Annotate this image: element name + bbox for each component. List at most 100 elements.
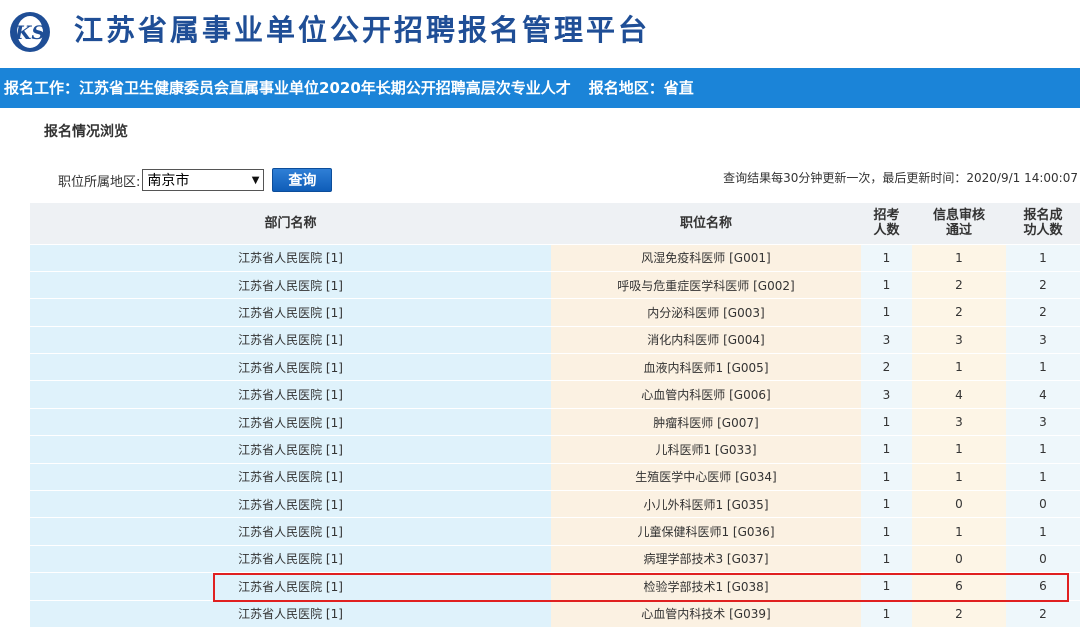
results-table: 部门名称 职位名称 招考 人数 信息审核 通过 报名成 功人数 江苏省人民医院 …	[30, 203, 1080, 628]
cell-position[interactable]: 内分泌科医师 [G003]	[551, 298, 861, 327]
cell-quota: 3	[861, 326, 912, 355]
table-row: 江苏省人民医院 [1] 呼吸与危重症医学科医师 [G002] 1 2 2	[30, 271, 1080, 300]
cell-position[interactable]: 检验学部技术1 [G038]	[551, 572, 861, 601]
cell-quota: 1	[861, 244, 912, 272]
table-row: 江苏省人民医院 [1] 儿科医师1 [G033] 1 1 1	[30, 435, 1080, 464]
logo-text: KS	[14, 22, 45, 44]
cell-dept: 江苏省人民医院 [1]	[30, 408, 551, 437]
cell-approved: 1	[912, 435, 1006, 464]
region-filter-label: 职位所属地区:	[58, 174, 141, 190]
query-button[interactable]: 查询	[272, 168, 333, 192]
cell-quota: 2	[861, 353, 912, 382]
table-row: 江苏省人民医院 [1] 病理学部技术3 [G037] 1 0 0	[30, 545, 1080, 574]
cell-quota: 1	[861, 600, 912, 628]
cell-position[interactable]: 肿瘤科医师 [G007]	[551, 408, 861, 437]
cell-approved: 0	[912, 490, 1006, 519]
cell-success: 4	[1006, 380, 1080, 409]
cell-dept: 江苏省人民医院 [1]	[30, 353, 551, 382]
header: KS 江苏省属事业单位公开招聘报名管理平台	[0, 0, 1080, 68]
cell-position[interactable]: 消化内科医师 [G004]	[551, 326, 861, 355]
cell-quota: 1	[861, 298, 912, 327]
cell-approved: 1	[912, 353, 1006, 382]
cell-success: 2	[1006, 600, 1080, 628]
region-select[interactable]: 南京市 ▼	[142, 169, 265, 191]
cell-success: 0	[1006, 545, 1080, 574]
cell-approved: 2	[912, 271, 1006, 300]
region-filter: 职位所属地区: 南京市 ▼ 查询	[58, 168, 333, 192]
cell-success: 1	[1006, 463, 1080, 492]
cell-position[interactable]: 心血管内科医师 [G006]	[551, 380, 861, 409]
cell-success: 0	[1006, 490, 1080, 519]
header-quota: 招考 人数	[861, 203, 912, 245]
ks-logo-icon: KS	[10, 12, 50, 52]
cell-approved: 0	[912, 545, 1006, 574]
cell-position[interactable]: 风湿免疫科医师 [G001]	[551, 244, 861, 272]
header-success: 报名成 功人数	[1006, 203, 1080, 245]
table-row: 江苏省人民医院 [1] 检验学部技术1 [G038] 1 6 6	[30, 572, 1080, 601]
cell-dept: 江苏省人民医院 [1]	[30, 380, 551, 409]
update-info: 查询结果每30分钟更新一次，最后更新时间：2020/9/1 14:00:07	[723, 171, 1078, 185]
cell-quota: 1	[861, 463, 912, 492]
cell-approved: 2	[912, 298, 1006, 327]
cell-success: 1	[1006, 435, 1080, 464]
cell-dept: 江苏省人民医院 [1]	[30, 490, 551, 519]
table-header-row: 部门名称 职位名称 招考 人数 信息审核 通过 报名成 功人数	[30, 203, 1080, 245]
cell-position[interactable]: 儿童保健科医师1 [G036]	[551, 517, 861, 546]
cell-quota: 1	[861, 572, 912, 601]
cell-approved: 1	[912, 463, 1006, 492]
cell-position[interactable]: 儿科医师1 [G033]	[551, 435, 861, 464]
table-row: 江苏省人民医院 [1] 消化内科医师 [G004] 3 3 3	[30, 326, 1080, 355]
table-row: 江苏省人民医院 [1] 风湿免疫科医师 [G001] 1 1 1	[30, 244, 1080, 272]
cell-success: 6	[1006, 572, 1080, 601]
header-dept: 部门名称	[30, 203, 551, 245]
table-row: 江苏省人民医院 [1] 儿童保健科医师1 [G036] 1 1 1	[30, 517, 1080, 546]
cell-quota: 3	[861, 380, 912, 409]
cell-position[interactable]: 呼吸与危重症医学科医师 [G002]	[551, 271, 861, 300]
table-row: 江苏省人民医院 [1] 内分泌科医师 [G003] 1 2 2	[30, 298, 1080, 327]
cell-position[interactable]: 心血管内科技术 [G039]	[551, 600, 861, 628]
cell-success: 1	[1006, 517, 1080, 546]
cell-dept: 江苏省人民医院 [1]	[30, 244, 551, 272]
site-title: 江苏省属事业单位公开招聘报名管理平台	[74, 13, 651, 47]
cell-position[interactable]: 血液内科医师1 [G005]	[551, 353, 861, 382]
cell-approved: 2	[912, 600, 1006, 628]
cell-dept: 江苏省人民医院 [1]	[30, 435, 551, 464]
table-row: 江苏省人民医院 [1] 小儿外科医师1 [G035] 1 0 0	[30, 490, 1080, 519]
cell-quota: 1	[861, 545, 912, 574]
cell-success: 2	[1006, 298, 1080, 327]
cell-dept: 江苏省人民医院 [1]	[30, 271, 551, 300]
region-select-value: 南京市	[147, 173, 190, 189]
cell-quota: 1	[861, 517, 912, 546]
cell-quota: 1	[861, 271, 912, 300]
cell-quota: 1	[861, 408, 912, 437]
cell-dept: 江苏省人民医院 [1]	[30, 326, 551, 355]
cell-approved: 1	[912, 244, 1006, 272]
cell-success: 1	[1006, 244, 1080, 272]
cell-dept: 江苏省人民医院 [1]	[30, 600, 551, 628]
table-row: 江苏省人民医院 [1] 肿瘤科医师 [G007] 1 3 3	[30, 408, 1080, 437]
table-row: 江苏省人民医院 [1] 心血管内科技术 [G039] 1 2 2	[30, 600, 1080, 628]
cell-dept: 江苏省人民医院 [1]	[30, 463, 551, 492]
header-approved: 信息审核 通过	[912, 203, 1006, 245]
table-row: 江苏省人民医院 [1] 心血管内科医师 [G006] 3 4 4	[30, 380, 1080, 409]
table-row: 江苏省人民医院 [1] 生殖医学中心医师 [G034] 1 1 1	[30, 463, 1080, 492]
cell-position[interactable]: 生殖医学中心医师 [G034]	[551, 463, 861, 492]
cell-approved: 1	[912, 517, 1006, 546]
cell-approved: 3	[912, 326, 1006, 355]
registration-banner: 报名工作：江苏省卫生健康委员会直属事业单位2020年长期公开招聘高层次专业人才报…	[0, 68, 1080, 108]
cell-success: 3	[1006, 326, 1080, 355]
registration-job: 报名工作：江苏省卫生健康委员会直属事业单位2020年长期公开招聘高层次专业人才	[4, 79, 571, 97]
cell-dept: 江苏省人民医院 [1]	[30, 298, 551, 327]
cell-quota: 1	[861, 490, 912, 519]
cell-dept: 江苏省人民医院 [1]	[30, 545, 551, 574]
cell-approved: 4	[912, 380, 1006, 409]
registration-region: 报名地区：省直	[588, 79, 694, 97]
table-row: 江苏省人民医院 [1] 血液内科医师1 [G005] 2 1 1	[30, 353, 1080, 382]
cell-dept: 江苏省人民医院 [1]	[30, 517, 551, 546]
cell-position[interactable]: 小儿外科医师1 [G035]	[551, 490, 861, 519]
cell-position[interactable]: 病理学部技术3 [G037]	[551, 545, 861, 574]
cell-dept: 江苏省人民医院 [1]	[30, 572, 551, 601]
cell-success: 2	[1006, 271, 1080, 300]
cell-approved: 6	[912, 572, 1006, 601]
section-title: 报名情况浏览	[44, 124, 128, 140]
